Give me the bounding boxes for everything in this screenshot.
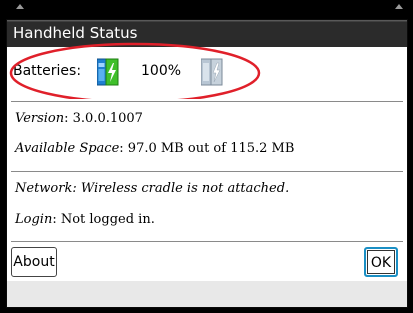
dialog-body: Batteries: 100% Version: 3.0.0.1007 Avai…: [7, 42, 407, 307]
version-line: Version: 3.0.0.1007: [15, 111, 143, 126]
available-space-key: Available Space: [15, 141, 120, 156]
battery-row: Batteries: 100%: [7, 42, 407, 104]
corner-tick-icon: [16, 4, 24, 9]
version-value: : 3.0.0.1007: [64, 111, 143, 126]
handheld-status-dialog: Handheld Status Batteries: 100% Version:…: [6, 19, 408, 308]
status-bar: [0, 0, 413, 19]
device-frame: Handheld Status Batteries: 100% Version:…: [0, 0, 413, 313]
highlight-ellipse: [9, 42, 261, 104]
available-space-value: : 97.0 MB out of 115.2 MB: [119, 141, 295, 156]
network-key: Network: [15, 181, 73, 196]
about-button[interactable]: About: [11, 247, 57, 277]
login-line: Login: Not logged in.: [15, 212, 155, 227]
network-line: Network: Wireless cradle is not attached…: [15, 181, 289, 196]
divider: [11, 101, 403, 102]
ok-button[interactable]: OK: [364, 247, 398, 277]
available-space-line: Available Space: 97.0 MB out of 115.2 MB: [15, 141, 294, 156]
corner-tick-icon: [395, 4, 403, 9]
info-panel: Version: 3.0.0.1007 Available Space: 97.…: [7, 99, 407, 281]
divider: [11, 171, 403, 172]
divider: [11, 241, 403, 242]
version-key: Version: [15, 111, 65, 126]
login-value: : Not logged in.: [52, 212, 155, 227]
login-key: Login: [15, 212, 53, 227]
network-value: : Wireless cradle is not attached.: [72, 181, 290, 196]
